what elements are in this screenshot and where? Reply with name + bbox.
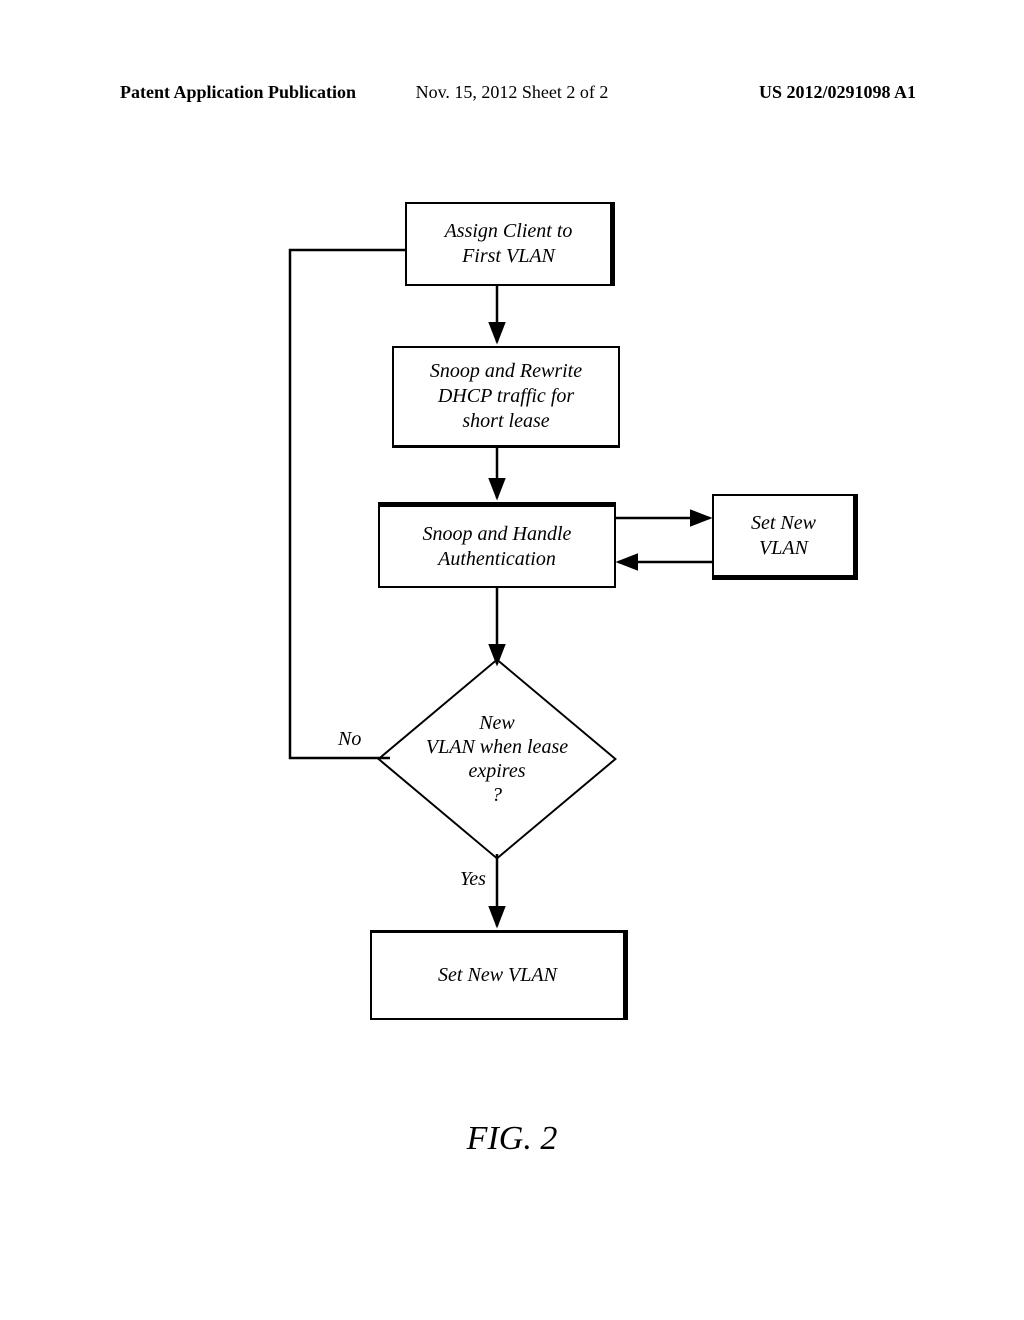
flowchart: Assign Client toFirst VLAN Snoop and Rew… bbox=[0, 170, 1024, 1170]
step-snoop-rewrite-text: Snoop and RewriteDHCP traffic forshort l… bbox=[420, 353, 592, 440]
step-set-new-vlan-side-text: Set NewVLAN bbox=[741, 505, 826, 567]
step-assign-client-text: Assign Client toFirst VLAN bbox=[435, 213, 583, 275]
header-left: Patent Application Publication bbox=[120, 82, 356, 103]
step-snoop-auth-text: Snoop and HandleAuthentication bbox=[413, 516, 582, 578]
decision-new-vlan: NewVLAN when leaseexpires? bbox=[387, 664, 607, 854]
step-set-new-vlan-final: Set New VLAN bbox=[370, 930, 628, 1020]
figure-caption: FIG. 2 bbox=[0, 1120, 1024, 1158]
header-center: Nov. 15, 2012 Sheet 2 of 2 bbox=[416, 82, 609, 103]
decision-text: NewVLAN when leaseexpires? bbox=[426, 711, 568, 807]
step-set-new-vlan-side: Set NewVLAN bbox=[712, 494, 858, 580]
step-set-new-vlan-final-text: Set New VLAN bbox=[428, 957, 567, 994]
label-no: No bbox=[338, 728, 361, 751]
step-snoop-rewrite: Snoop and RewriteDHCP traffic forshort l… bbox=[392, 346, 620, 448]
page-header: Patent Application Publication Nov. 15, … bbox=[0, 82, 1024, 103]
step-snoop-auth: Snoop and HandleAuthentication bbox=[378, 502, 616, 588]
label-yes: Yes bbox=[460, 868, 486, 891]
header-right: US 2012/0291098 A1 bbox=[759, 82, 916, 103]
step-assign-client: Assign Client toFirst VLAN bbox=[405, 202, 615, 286]
